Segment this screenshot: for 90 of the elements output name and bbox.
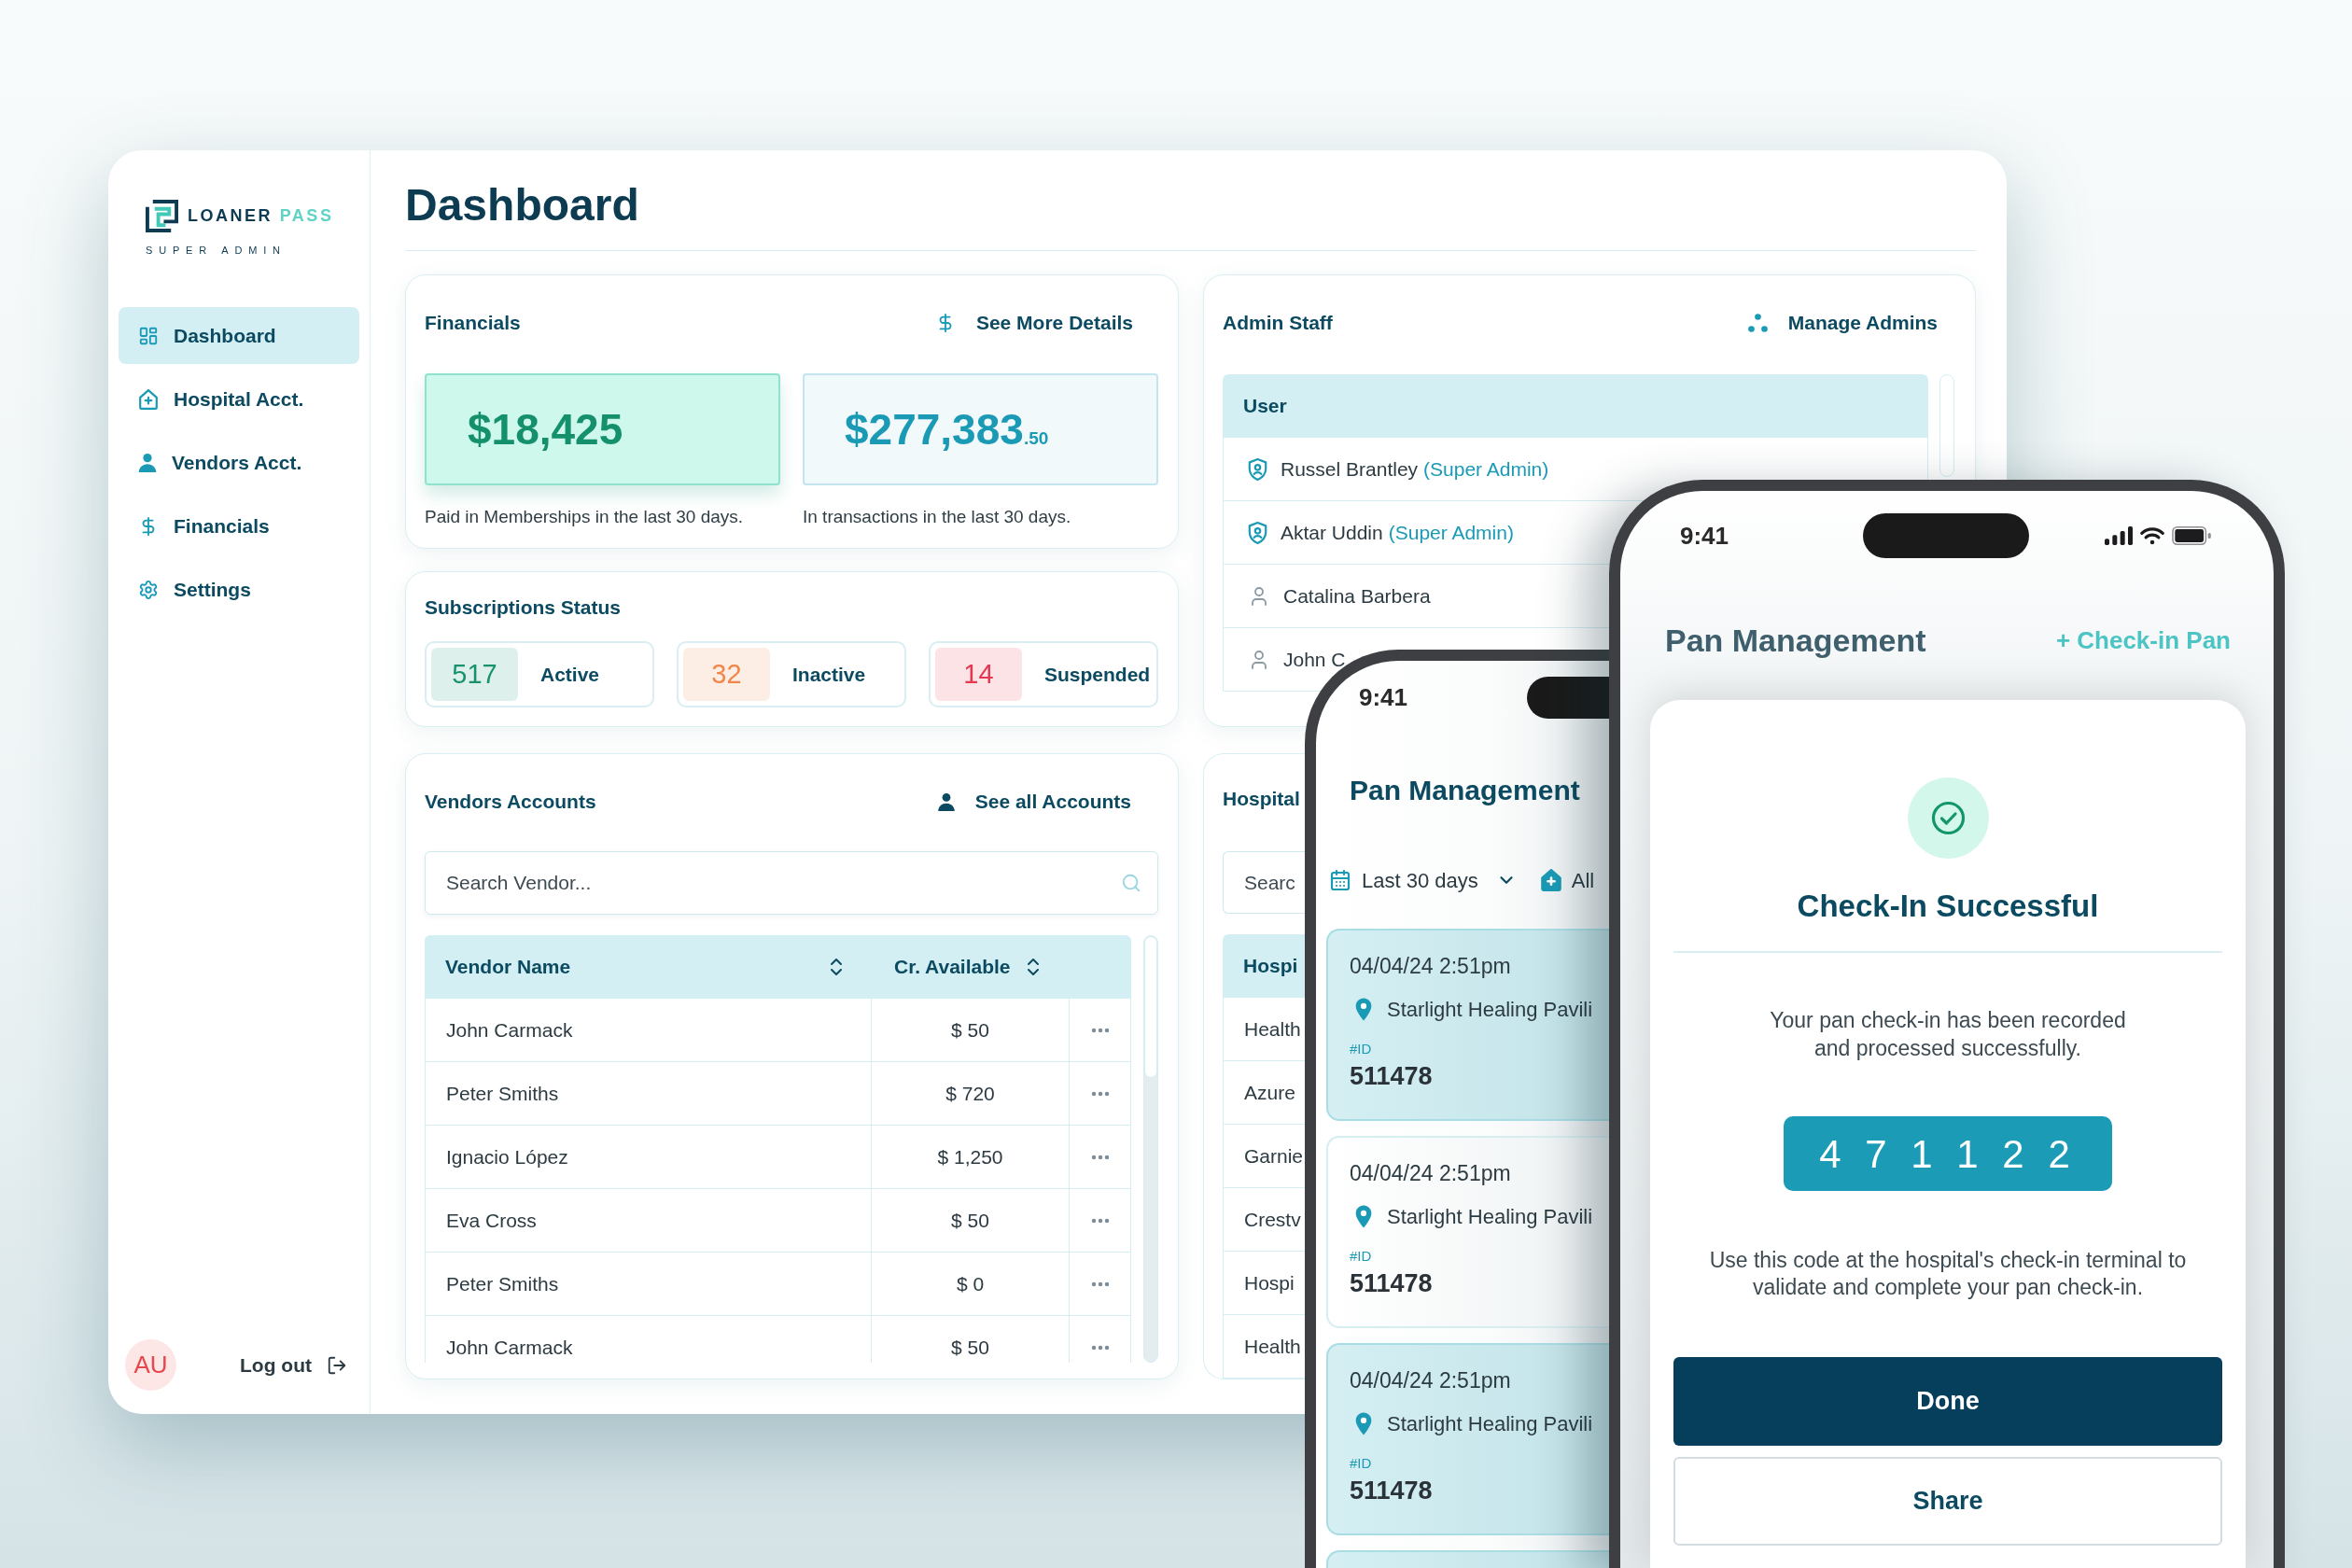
table-cell: $ 50 (872, 1316, 1070, 1363)
user-name: Catalina Barbera (1283, 583, 1431, 609)
status-label: Suspended (1044, 662, 1151, 687)
caption-text: Paid in Memberships in the last 30 days. (425, 506, 744, 528)
scrollbar-thumb[interactable] (1939, 374, 1954, 477)
caption-text: In transactions in the last 30 days. (803, 506, 1071, 528)
pan-card[interactable]: 04/04/24 2:51pm Starlight Healing Pavili #ID 511478 (1326, 1136, 1609, 1328)
nav-item[interactable]: Financials (119, 497, 359, 554)
grid-icon (138, 325, 159, 346)
message-text: Your pan check-in has been recorded and processed successfully. (1769, 1007, 2127, 1062)
house-plus-icon (138, 388, 159, 410)
id-number: 511478 (1350, 1476, 1433, 1505)
manage-admins-link[interactable]: Manage Admins (1747, 308, 1938, 338)
logo-icon (146, 200, 178, 232)
map-pin-icon (1355, 998, 1372, 1021)
role-label: (Super Admin) (1388, 520, 1514, 545)
status-time: 9:41 (1359, 681, 1408, 713)
pan-card[interactable]: 04/04/24 2:51pm Starlight Healing Pavili #ID 511478 (1326, 1343, 1609, 1535)
id-number: 511478 (1350, 1061, 1433, 1091)
count-badge: 517 (431, 648, 518, 701)
avatar: AU (125, 1339, 176, 1391)
column-header: Hospi (1223, 934, 1305, 998)
user-name: Aktar Uddin (1281, 520, 1383, 545)
modal-title: Check-In Successful (1797, 888, 2099, 925)
check-circle-icon (1907, 777, 1989, 859)
person-icon (937, 792, 955, 811)
date-text: 04/04/24 2:51pm (1350, 1160, 1511, 1186)
logo-wordmark: LOANER PASS (188, 205, 334, 227)
scrollbar-thumb[interactable] (1144, 936, 1157, 1078)
battery-icon (2172, 526, 2211, 545)
search-field[interactable]: Searc (1223, 851, 1305, 914)
filter-dropdown[interactable]: All (1540, 864, 1595, 896)
card-title: Financials (425, 311, 521, 335)
screen-title: Pan Management (1665, 621, 1926, 660)
code-display: 4 7 1 1 2 2 (1784, 1116, 2112, 1191)
logout-button[interactable]: Log out (240, 1350, 347, 1380)
pan-card[interactable]: 04/04/24 2:51pm Starlight Healing Pavili #ID 511478 (1326, 929, 1609, 1121)
house-plus-icon (1540, 869, 1561, 891)
location-text: Starlight Healing Pavili (1387, 1204, 1593, 1230)
see-more-link[interactable]: See More Details (934, 308, 1133, 338)
nav-item[interactable]: Dashboard (119, 307, 359, 364)
dots-icon (1747, 314, 1768, 332)
id-label: #ID (1350, 1248, 1372, 1265)
date-text: 04/04/24 2:51pm (1350, 953, 1511, 979)
signal-icon (2105, 526, 2133, 545)
role-label: (Super Admin) (1423, 456, 1549, 482)
search-field[interactable]: Search Vendor... (425, 851, 1158, 915)
id-label: #ID (1350, 1455, 1372, 1472)
screen-title: Pan Management (1350, 774, 1580, 807)
nav-item[interactable]: Settings (119, 561, 359, 618)
amount-text: $18,425 (468, 403, 623, 455)
logo-subtitle: SUPER ADMIN (146, 244, 287, 257)
calendar-icon (1329, 869, 1351, 891)
count-badge: 14 (935, 648, 1022, 701)
id-number: 511478 (1350, 1268, 1433, 1298)
card-title: Hospital (1223, 787, 1300, 811)
person-icon (138, 453, 157, 472)
map-pin-icon (1355, 1412, 1372, 1435)
settings-icon (138, 579, 159, 600)
location-text: Starlight Healing Pavili (1387, 997, 1593, 1023)
filter-dropdown[interactable]: Last 30 days (1329, 864, 1517, 896)
status-label: Inactive (792, 662, 866, 687)
wifi-icon (2140, 526, 2164, 545)
column-header: User (1223, 374, 1928, 438)
nav-item[interactable]: Hospital Acct. (119, 371, 359, 427)
see-all-link[interactable]: See all Accounts (937, 787, 1131, 817)
card-title: Admin Staff (1223, 311, 1333, 335)
done-button[interactable]: Done (1673, 1357, 2222, 1446)
card-title: Subscriptions Status (425, 595, 622, 620)
column-header[interactable]: Cr. Available (872, 935, 1070, 999)
user-name: John C (1283, 647, 1346, 672)
instruction-text: Use this code at the hospital's check-in terminal to validate and complete your pan check-in. (1708, 1247, 2188, 1301)
share-button[interactable]: Share (1673, 1457, 2222, 1546)
user-name: Russel Brantley (1281, 456, 1419, 482)
status-label: Active (540, 662, 600, 687)
date-text: 04/04/24 2:51pm (1350, 1367, 1511, 1393)
count-badge: 32 (683, 648, 770, 701)
status-time: 9:41 (1680, 520, 1729, 552)
card-title: Vendors Accounts (425, 790, 596, 814)
location-text: Starlight Healing Pavili (1387, 1411, 1593, 1437)
nav-item[interactable]: Vendors Acct. (119, 434, 359, 491)
map-pin-icon (1355, 1205, 1372, 1228)
column-header[interactable]: Vendor Name (425, 935, 872, 999)
shield-person-icon (1248, 457, 1267, 481)
search-icon (1121, 873, 1141, 893)
page-title: Dashboard (405, 179, 639, 231)
id-label: #ID (1350, 1041, 1372, 1057)
shield-person-icon (1248, 521, 1267, 544)
amount-text: $277,383.50 (845, 403, 1049, 455)
table-cell: John Carmack (425, 1316, 872, 1363)
